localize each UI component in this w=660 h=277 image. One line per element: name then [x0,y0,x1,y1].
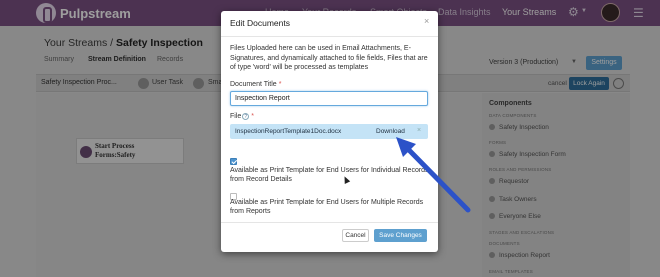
individual-records-label: Available as Print Template for End User… [230,167,429,183]
download-link[interactable]: Download [376,128,405,135]
edit-documents-dialog: Edit Documents × Files Uploaded here can… [221,11,438,252]
individual-records-checkbox[interactable] [230,158,237,165]
cancel-button[interactable]: Cancel [342,229,369,242]
file-label: File? * [230,113,255,120]
divider [221,36,438,37]
close-icon[interactable]: × [424,16,429,26]
dialog-title: Edit Documents [230,18,290,28]
required-mark: * [278,81,282,88]
document-title-label: Document Title * [230,81,282,88]
required-mark: * [251,113,255,120]
save-changes-button[interactable]: Save Changes [374,229,427,242]
help-icon[interactable]: ? [242,113,250,120]
file-name: InspectionReportTemplate1Doc.docx [235,128,342,135]
uploaded-file: InspectionReportTemplate1Doc.docx Downlo… [230,124,428,139]
remove-file-icon[interactable]: × [417,127,421,134]
multiple-records-label: Available as Print Template for End User… [230,199,424,215]
document-title-input[interactable] [230,91,428,106]
dialog-description: Files Uploaded here can be used in Email… [230,45,428,71]
divider [221,222,438,223]
